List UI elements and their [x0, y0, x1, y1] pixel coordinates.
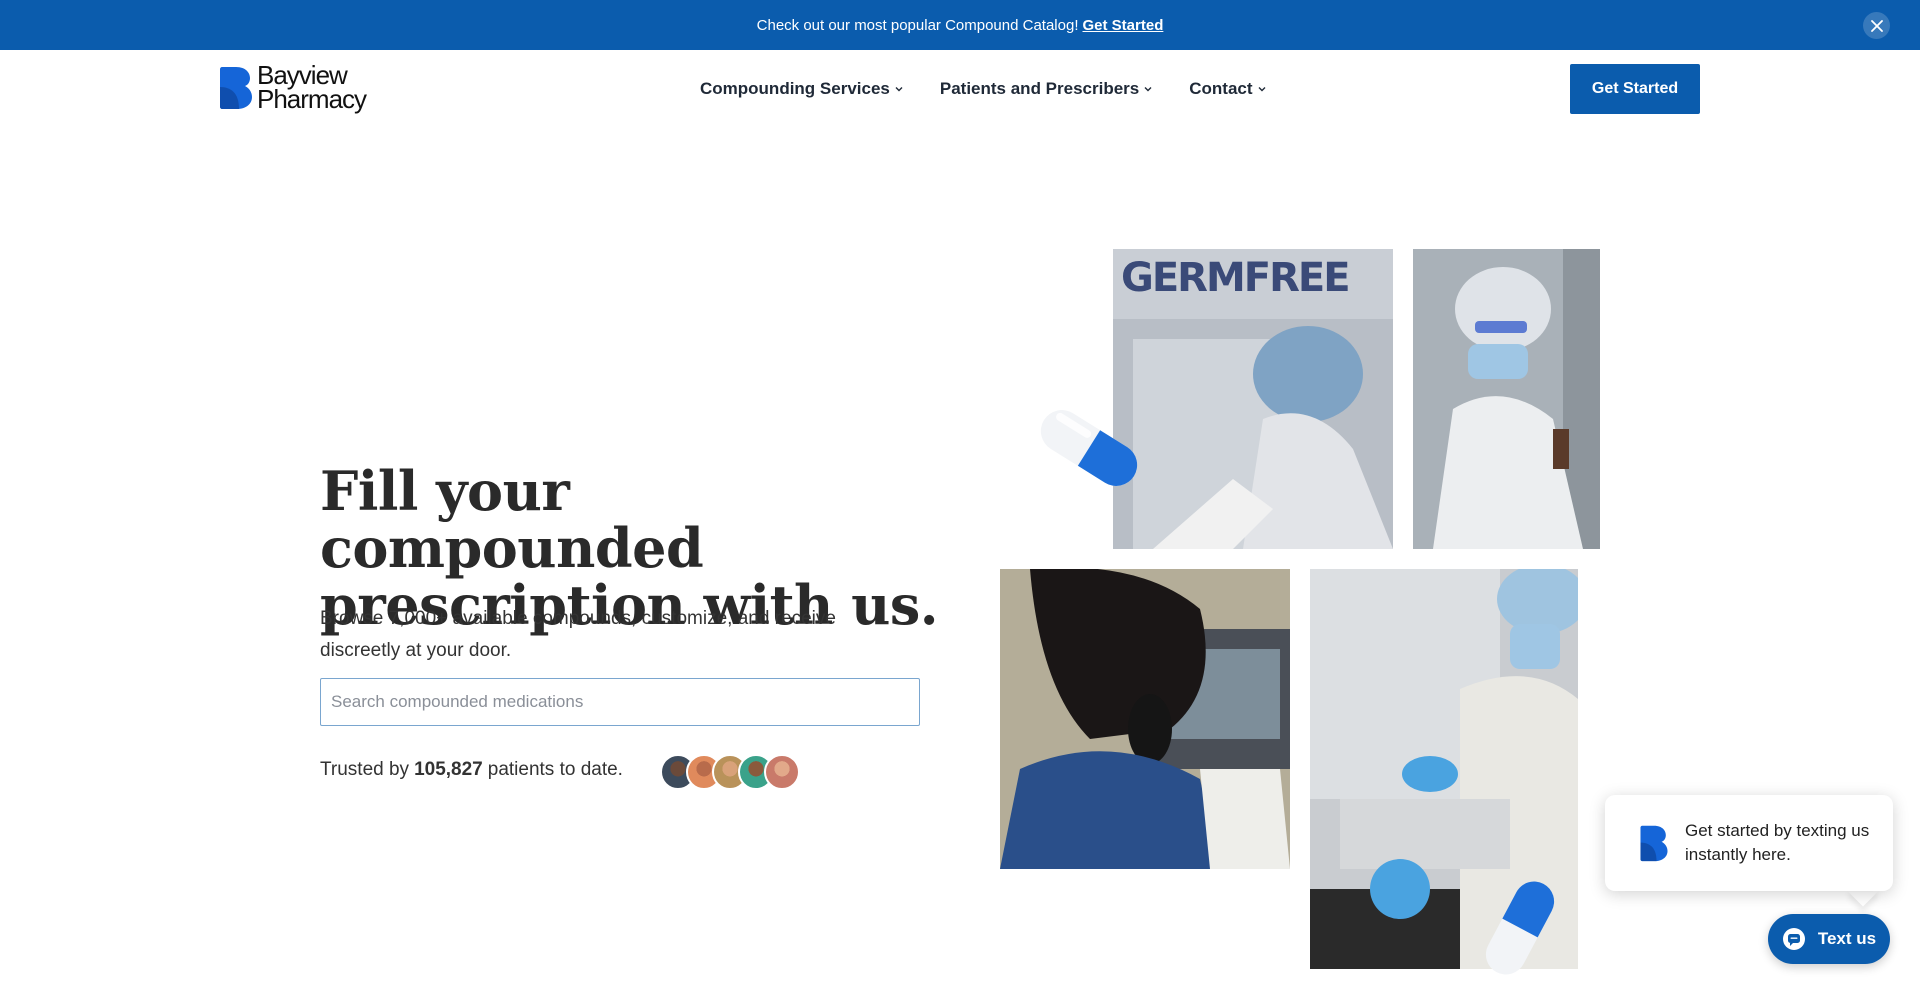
photo-masked-technician: [1413, 249, 1600, 549]
get-started-button[interactable]: Get Started: [1570, 64, 1700, 114]
trusted-count: 105,827: [414, 759, 483, 780]
logo[interactable]: Bayview Pharmacy: [219, 62, 367, 114]
close-icon: [1870, 19, 1883, 32]
nav-compounding-services[interactable]: Compounding Services: [700, 79, 904, 99]
chevron-down-icon: [1258, 87, 1266, 92]
logo-mark-icon: [1640, 825, 1668, 862]
avatar: [764, 754, 800, 790]
photo-lab-technician-hood: GERMFREE: [1113, 249, 1393, 549]
announcement-text: Check out our most popular Compound Cata…: [756, 16, 1079, 34]
germfree-sign: GERMFREE: [1121, 255, 1349, 301]
chat-prompt-bubble[interactable]: Get started by texting us instantly here…: [1605, 795, 1893, 891]
hero-subtitle: Browse 7,000+ available compounds, custo…: [320, 608, 836, 661]
nav-patients-prescribers[interactable]: Patients and Prescribers: [940, 79, 1153, 99]
announcement-bar: Check out our most popular Compound Cata…: [0, 0, 1920, 50]
capsule-pill-image: [1040, 410, 1138, 486]
trusted-by-text: Trusted by 105,827 patients to date.: [320, 759, 623, 781]
announcement-link[interactable]: Get Started: [1083, 17, 1164, 34]
trusted-suffix: patients to date.: [487, 759, 623, 780]
chevron-down-icon: [1144, 87, 1152, 92]
nav-contact[interactable]: Contact: [1189, 79, 1266, 99]
chevron-down-icon: [895, 87, 903, 92]
logo-text-line2: Pharmacy: [257, 84, 367, 114]
text-us-button[interactable]: Text us: [1768, 914, 1890, 964]
photo-pharmacist-on-phone: [1000, 569, 1290, 869]
chat-icon: [1782, 928, 1805, 950]
search-input[interactable]: [320, 678, 920, 726]
trusted-prefix: Trusted by: [320, 759, 410, 780]
patient-avatars: [660, 754, 800, 792]
close-announcement-button[interactable]: [1863, 12, 1890, 39]
text-us-label: Text us: [1817, 929, 1877, 948]
main-nav: Compounding Services Patients and Prescr…: [700, 50, 1267, 128]
capsule-pill-image: [1485, 881, 1555, 975]
logo-mark-icon: [220, 66, 252, 109]
chat-message: Get started by texting us instantly here…: [1685, 821, 1870, 864]
nav-label: Compounding Services: [700, 79, 890, 98]
nav-label: Patients and Prescribers: [939, 79, 1140, 98]
nav-label: Contact: [1189, 79, 1253, 98]
logo-text: Bayview Pharmacy: [257, 62, 367, 114]
site-header: Bayview Pharmacy Compounding Services Pa…: [0, 50, 1920, 128]
